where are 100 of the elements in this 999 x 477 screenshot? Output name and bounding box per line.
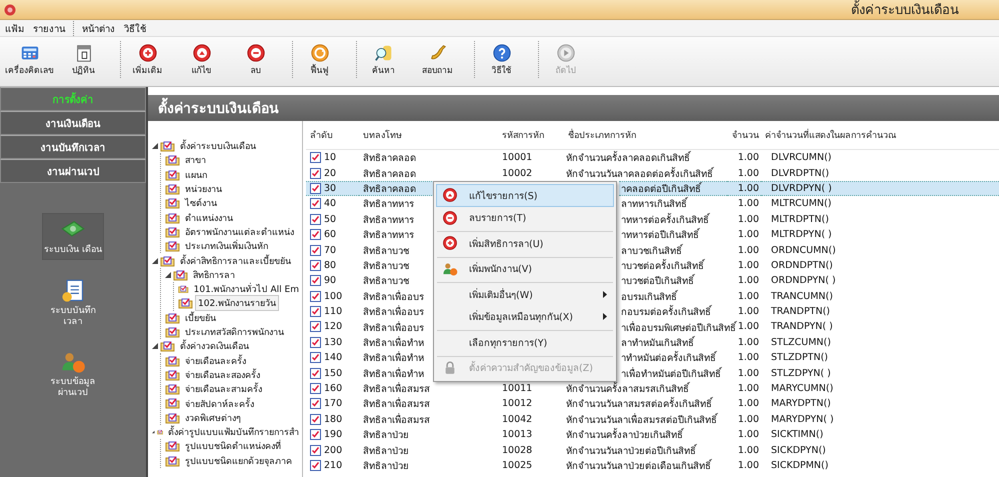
table-cell-text: สิทธิลาเพื่อทำห xyxy=(362,350,425,366)
system-item[interactable]: ระบบเงิน เดือน xyxy=(42,213,104,260)
row-number: 160 xyxy=(324,383,342,394)
table-cell-text: สิทธิลาบวช xyxy=(362,244,410,258)
tree-item[interactable]: ไซต์งาน xyxy=(182,195,220,212)
table-cell-text: 1.00 xyxy=(736,428,760,442)
tree-item[interactable]: รูปแบบชนิดแยกด้วยจุลภาค xyxy=(182,452,295,469)
checked-folder-icon xyxy=(173,268,188,281)
table-cell-text: 1.00 xyxy=(736,197,760,212)
tree-item[interactable]: สิทธิการลา xyxy=(190,266,238,283)
tree-item[interactable]: งวดพิเศษต่างๆ xyxy=(182,410,244,426)
context-menu-item[interactable]: เลือกทุกรายการ(Y) xyxy=(436,331,614,354)
table-cell-text: าเพื่ออบรมพิเศษต่อปีเกินสิทธิ์ xyxy=(620,320,738,335)
context-menu-item[interactable]: แก้ไขรายการ(S) xyxy=(436,184,614,206)
toolbar-button[interactable]: ปฏิทิน xyxy=(56,41,110,78)
tree-item[interactable]: ตั้งค่างวดเงินเดือน xyxy=(177,338,252,354)
table-cell-text: 1.00 xyxy=(736,166,760,181)
table-cell-text: สิทธิลาเพื่อทำห xyxy=(362,335,425,350)
row-number: 50 xyxy=(324,214,336,225)
table-cell: DLVRDPYN( ) xyxy=(761,180,999,196)
context-menu-item[interactable]: เพิ่มเติมอื่นๆ(W) xyxy=(436,283,614,306)
row-number: 120 xyxy=(324,321,342,332)
checked-item-icon xyxy=(310,368,321,379)
table-cell-text: สิทธิลาทหาร xyxy=(362,198,415,212)
context-menu-item[interactable]: เพิ่มพนักงาน(V) xyxy=(436,258,614,280)
tree-item[interactable]: 102.พนักงานรายวัน xyxy=(195,295,280,312)
sidebar-tab[interactable]: งานเงินเดือน xyxy=(0,111,146,135)
column-header[interactable]: รหัสการหัก xyxy=(498,121,564,150)
context-menu-item[interactable]: เพิ่มข้อมูลเหมือนทุกกัน(X) xyxy=(436,306,614,328)
tree-item[interactable]: ประเภทสวัสดิการพนักงาน xyxy=(182,324,287,340)
toolbar-button[interactable]: ค้นหา xyxy=(356,41,410,78)
table-cell-text: 1.00 xyxy=(736,336,760,350)
table-cell-text: สิทธิลาเพื่อทำห xyxy=(362,366,425,381)
table-cell-text: สิทธิลาเพื่ออบร xyxy=(362,304,425,320)
tree-item[interactable]: สาขา xyxy=(182,152,209,168)
tree-item[interactable]: ตั้งค่ารูปแบบแฟ้มบันทึกรายการสำ xyxy=(165,424,302,440)
table-cell-text: อบรมเกินสิทธิ์ xyxy=(620,289,679,304)
tree-item[interactable]: ตำแหน่งงาน xyxy=(182,210,236,226)
row-number: 80 xyxy=(324,260,336,271)
sidebar-tab[interactable]: งานบันทึกเวลา xyxy=(0,135,146,159)
checked-item-icon xyxy=(310,198,321,210)
toolbar-button[interactable]: ฟื้นฟู xyxy=(292,41,346,78)
column-header[interactable]: ชื่อประเภทการหัก xyxy=(564,121,727,150)
row-number: 180 xyxy=(324,414,342,425)
column-header[interactable]: ลำดับ xyxy=(306,121,359,150)
menu-item[interactable]: แฟ้ม xyxy=(4,20,24,36)
tree-item[interactable]: จ่ายเดือนละสามครั้ง xyxy=(182,381,265,398)
checked-folder-icon xyxy=(160,254,175,267)
sidebar-tab[interactable]: งานผ่านเวป xyxy=(0,159,146,183)
tree-item[interactable]: หน่วยงาน xyxy=(182,181,225,198)
column-header[interactable]: จำนวน xyxy=(727,121,761,150)
toolbar-button[interactable]: แก้ไข xyxy=(174,41,228,78)
column-header[interactable]: บทลงโทษ xyxy=(359,121,498,150)
table-cell-text: สิทธิลาทหาร xyxy=(362,229,415,242)
checked-folder-icon xyxy=(165,240,180,252)
checked-folder-icon xyxy=(165,368,180,381)
table-cell-text: หักจำนวนครั้งลาป่วยเกินสิทธิ์ xyxy=(565,427,685,442)
toolbar-button[interactable]: เพิ่มเติม xyxy=(120,41,174,78)
tree-item[interactable]: จ่ายเดือนละสองครั้ง xyxy=(182,366,263,383)
checked-item-icon xyxy=(310,229,321,240)
checked-item-icon xyxy=(310,182,321,194)
tree-item[interactable]: แผนก xyxy=(182,166,210,183)
tree-item[interactable]: 101.พนักงานทั่วไป All Em xyxy=(190,281,302,298)
checked-folder-icon xyxy=(165,154,180,166)
checked-folder-icon xyxy=(165,412,180,424)
toolbar-button[interactable]: วิธีใช้ xyxy=(474,41,528,78)
tree-item[interactable]: จ่ายเดือนละครั้ง xyxy=(182,352,249,369)
column-header[interactable]: ค่าจำนวนที่แสดงในผลการคำนวณ xyxy=(761,121,999,150)
checked-item-icon xyxy=(310,444,321,456)
system-item[interactable]: ระบบบันทึก เวลา xyxy=(42,274,104,332)
table-cell-text: 1.00 xyxy=(736,366,760,381)
checked-folder-icon xyxy=(160,140,175,152)
table-cell-text: MARYDPYN( ) xyxy=(770,412,835,427)
panel-title: ตั้งค่าระบบเงินเดือน xyxy=(158,97,279,119)
tree-item[interactable]: ประเภทเงินเพิ่มเงินหัก xyxy=(182,238,271,254)
menu-item[interactable]: รายงาน xyxy=(32,20,65,36)
menu-item[interactable]: หน้าต่าง xyxy=(73,20,115,36)
checked-item-icon xyxy=(310,168,321,179)
table-cell-text: สิทธิลาคลอด xyxy=(362,168,417,181)
system-item[interactable]: ระบบข้อมูล ผ่านเวป xyxy=(42,345,104,403)
checked-item-icon xyxy=(310,398,321,410)
tree-item[interactable]: รูปแบบชนิดตำแหน่งคงที่ xyxy=(182,438,284,454)
tree-item[interactable]: ตั้งค่าระบบเงินเดือน xyxy=(177,138,259,154)
tree-item[interactable]: จ่ายสัปดาห์ละครั้ง xyxy=(182,396,257,412)
context-menu-item[interactable]: ลบรายการ(T) xyxy=(436,206,614,229)
toolbar-button[interactable]: สอบถาม xyxy=(410,41,464,78)
context-menu-item[interactable]: เพิ่มสิทธิการลา(U) xyxy=(436,232,614,254)
checked-item-icon xyxy=(310,414,321,425)
plus-circle-icon xyxy=(442,235,458,252)
table-cell-text: หักจำนวนวันลาสมรสต่อครั้งเกินสิทธิ์ xyxy=(565,396,714,412)
toolbar-button[interactable]: เครื่องคิดเลข xyxy=(2,41,56,78)
table-cell-text: สิทธิลาบวช xyxy=(362,275,410,289)
row-number: 190 xyxy=(324,429,342,440)
menu-item[interactable]: วิธีใช้ xyxy=(123,20,146,36)
toolbar-button[interactable]: ลบ xyxy=(228,41,282,78)
tree-item[interactable]: ตั้งค่าสิทธิการลาและเบี้ยขยัน xyxy=(177,252,294,269)
tree-item[interactable]: เบี้ยขยัน xyxy=(182,310,219,326)
tree-item[interactable]: อัตราพนักงานแต่ละตำแหน่ง xyxy=(182,224,297,240)
table-cell-text: ลาทำหมันเกินสิทธิ์ xyxy=(620,335,696,350)
row-number: 10 xyxy=(324,152,336,164)
